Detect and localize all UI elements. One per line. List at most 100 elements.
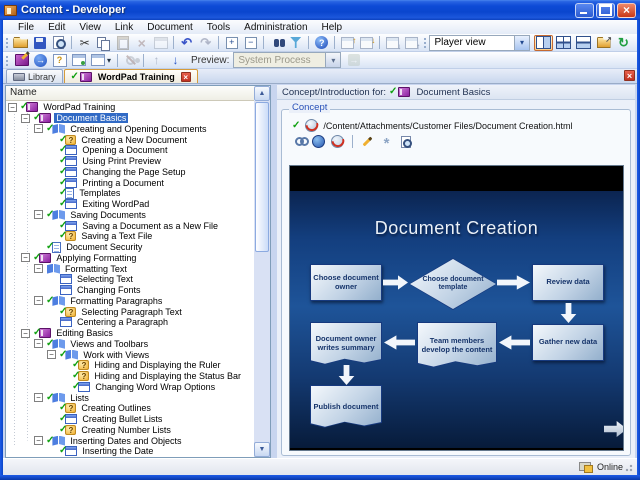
collapse-node-icon[interactable]: − [34, 296, 43, 305]
menu-administration[interactable]: Administration [237, 22, 314, 33]
link-icon[interactable] [292, 135, 307, 148]
tree-item-label[interactable]: Formatting Text [63, 264, 129, 274]
tree-item[interactable]: −✓WordPad Training [6, 102, 254, 113]
tree-item[interactable]: ✓?Creating a New Document [6, 134, 254, 145]
close-tab-icon[interactable]: × [181, 72, 191, 82]
tab-wordpad-training[interactable]: ✓WordPad Training× [64, 69, 198, 83]
tree-item[interactable]: ✓?Selecting Paragraph Text [6, 306, 254, 317]
menu-edit[interactable]: Edit [41, 22, 72, 33]
tree-item-label[interactable]: Editing Basics [54, 328, 115, 338]
tree-column-header-name[interactable]: Name [6, 86, 254, 101]
close-pane-icon[interactable]: × [624, 70, 635, 81]
check-in-button[interactable] [357, 35, 376, 51]
expand-all-button[interactable] [222, 35, 241, 51]
collapse-node-icon[interactable]: − [8, 103, 17, 112]
spark-icon[interactable] [379, 135, 394, 148]
tree-item[interactable]: ✓?Hiding and Displaying the Status Bar [6, 371, 254, 382]
tree-item-label[interactable]: Saving a Text File [79, 231, 154, 241]
menu-help[interactable]: Help [315, 22, 350, 33]
tree-item-label[interactable]: Selecting Paragraph Text [79, 307, 183, 317]
dock-button[interactable] [594, 35, 613, 51]
tree-item[interactable]: ✓Document Security [6, 242, 254, 253]
tree-item-label[interactable]: Document Security [64, 242, 144, 252]
tree-item-label[interactable]: Opening a Document [80, 145, 169, 155]
print-preview-button[interactable] [49, 35, 68, 51]
tree-item[interactable]: ✓Inserting the Date [6, 446, 254, 457]
tree-item-label[interactable]: Creating Bullet Lists [80, 414, 164, 424]
tree-item-label[interactable]: Creating and Opening Documents [68, 124, 208, 134]
tree-item-label[interactable]: Inserting Dates and Objects [68, 436, 183, 446]
chevron-down-icon[interactable]: ▾ [514, 36, 529, 50]
close-button[interactable] [617, 3, 636, 18]
minimize-button[interactable] [575, 3, 594, 18]
tree-item[interactable]: ✓?Saving a Text File [6, 231, 254, 242]
refresh-button[interactable] [614, 35, 633, 51]
tree-item[interactable]: −Formatting Text [6, 263, 254, 274]
related-window-button[interactable] [69, 52, 88, 68]
check-out-button[interactable] [338, 35, 357, 51]
tree-item-label[interactable]: Applying Formatting [54, 253, 138, 263]
import-button[interactable] [383, 35, 402, 51]
tree-item[interactable]: ✓Changing Word Wrap Options [6, 382, 254, 393]
tree-item-label[interactable]: Printing a Document [80, 178, 166, 188]
tree-item[interactable]: Selecting Text [6, 274, 254, 285]
export-button[interactable] [402, 35, 421, 51]
globe-attachment-icon[interactable] [330, 135, 345, 148]
tree-item[interactable]: ✓Saving a Document as a New File [6, 220, 254, 231]
collapse-node-icon[interactable]: − [34, 393, 43, 402]
tree-item-label[interactable]: Changing the Page Setup [80, 167, 187, 177]
window-options-button[interactable] [88, 52, 114, 68]
collapse-node-icon[interactable]: − [21, 114, 30, 123]
tab-library[interactable]: Library [6, 69, 63, 83]
edit-content-button[interactable] [12, 52, 31, 68]
tree-item[interactable]: ✓Printing a Document [6, 177, 254, 188]
undo-button[interactable] [177, 35, 196, 51]
globe-icon[interactable] [311, 135, 326, 148]
question-button[interactable] [50, 52, 69, 68]
tree-item-label[interactable]: Changing Fonts [75, 285, 143, 295]
tree-item[interactable]: −✓Applying Formatting [6, 253, 254, 264]
html-preview-box[interactable]: Document Creation Choose document owner … [289, 165, 624, 451]
go-to-button[interactable] [31, 52, 50, 68]
tree-item[interactable]: −✓Work with Views [6, 349, 254, 360]
tree-item-label[interactable]: Views and Toolbars [68, 339, 150, 349]
tree-item-label[interactable]: Creating Number Lists [79, 425, 173, 435]
tree-item-label[interactable]: WordPad Training [41, 102, 117, 112]
save-button[interactable] [30, 35, 49, 51]
tree-item[interactable]: −✓Lists [6, 392, 254, 403]
tree-item[interactable]: −✓Creating and Opening Documents [6, 124, 254, 135]
tree-item[interactable]: −✓Views and Toolbars [6, 339, 254, 350]
tree-item-label[interactable]: Saving Documents [68, 210, 148, 220]
tree-item-label[interactable]: Centering a Paragraph [75, 317, 170, 327]
open-button[interactable] [11, 35, 30, 51]
scroll-down-icon[interactable]: ▼ [254, 442, 270, 457]
tree-item-label[interactable]: Hiding and Displaying the Ruler [92, 360, 222, 370]
tree-item-label[interactable]: Templates [77, 188, 122, 198]
tree-item-label[interactable]: Lists [68, 393, 91, 403]
tree-item[interactable]: −✓Saving Documents [6, 210, 254, 221]
move-down-button[interactable] [166, 52, 185, 68]
tree-item[interactable]: ✓Exiting WordPad [6, 199, 254, 210]
tree-item-label[interactable]: Document Basics [54, 113, 128, 123]
menu-document[interactable]: Document [140, 22, 200, 33]
collapse-node-icon[interactable]: − [21, 253, 30, 262]
tree-item[interactable]: ✓?Creating Number Lists [6, 425, 254, 436]
attachment-path[interactable]: /Content/Attachments/Customer Files/Docu… [323, 121, 572, 131]
tree-item[interactable]: Centering a Paragraph [6, 317, 254, 328]
tree-scrollbar[interactable]: ▼ [254, 101, 270, 457]
collapse-node-icon[interactable]: − [34, 124, 43, 133]
help-button[interactable] [312, 35, 331, 51]
resize-grip[interactable] [624, 463, 633, 472]
tree-item[interactable]: ✓Using Print Preview [6, 156, 254, 167]
collapse-node-icon[interactable]: − [21, 329, 30, 338]
tree-item-label[interactable]: Formatting Paragraphs [68, 296, 164, 306]
layout-grid-button[interactable] [554, 35, 573, 51]
edit-pencil-icon[interactable] [360, 135, 375, 148]
scrollbar-thumb[interactable] [255, 102, 269, 252]
preview-document-icon[interactable] [398, 135, 413, 148]
layout-vertical-button[interactable] [534, 35, 553, 51]
filter-button[interactable] [286, 35, 305, 51]
player-view-select[interactable]: Player view ▾ [429, 35, 530, 51]
tree-item-label[interactable]: Inserting the Date [80, 446, 155, 456]
tree-item[interactable]: −✓Formatting Paragraphs [6, 296, 254, 307]
